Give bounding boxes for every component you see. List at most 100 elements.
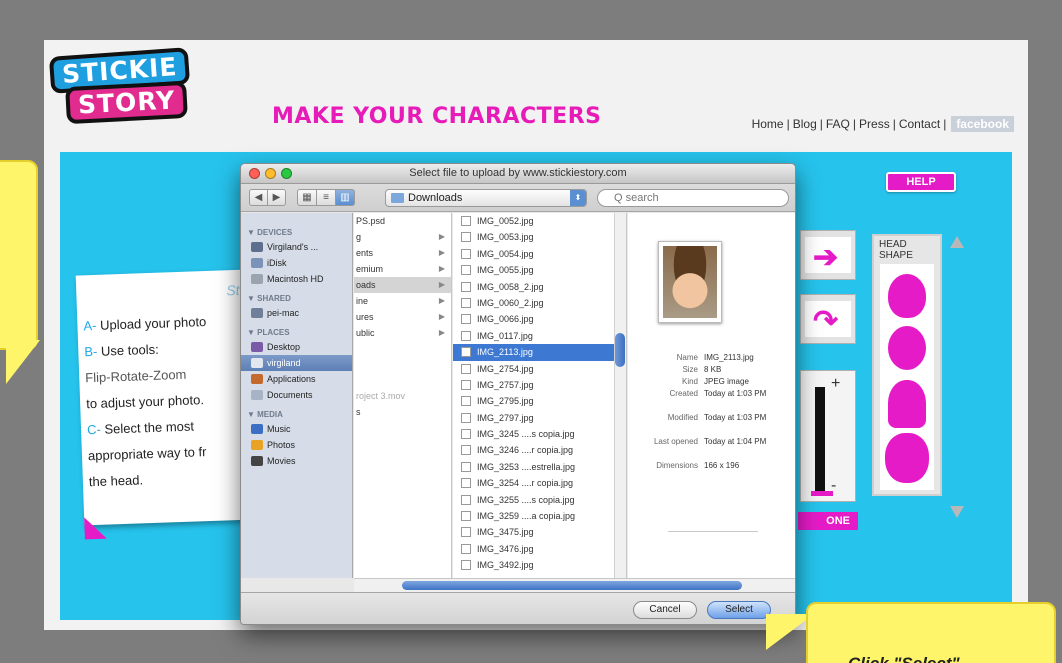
location-popup[interactable]: Downloads ⬍ bbox=[385, 189, 587, 207]
folder-icon bbox=[391, 193, 404, 203]
cancel-button[interactable]: Cancel bbox=[633, 601, 697, 619]
head-shape-round[interactable] bbox=[888, 326, 926, 370]
photos-icon bbox=[251, 440, 263, 450]
sidebar-item-applications[interactable]: Applications bbox=[241, 371, 352, 387]
file-list-item[interactable]: IMG_0066.jpg bbox=[453, 311, 626, 327]
sidebar-item-macintosh-hd[interactable]: Macintosh HD bbox=[241, 271, 352, 287]
file-list-item[interactable]: IMG_0055.jpg bbox=[453, 262, 626, 278]
file-name: IMG_0054.jpg bbox=[477, 248, 534, 259]
horizontal-scroll-thumb[interactable] bbox=[402, 581, 742, 590]
head-shape-oval[interactable] bbox=[888, 274, 926, 318]
column-1-item[interactable]: ine ▶ bbox=[354, 293, 451, 309]
image-file-icon bbox=[461, 396, 471, 407]
column-1-item[interactable]: ublic ▶ bbox=[354, 325, 451, 341]
sidebar-item-desktop[interactable]: Desktop bbox=[241, 339, 352, 355]
image-file-icon bbox=[461, 429, 471, 440]
zoom-slider-handle[interactable] bbox=[811, 491, 833, 496]
sidebar-item-idisk[interactable]: iDisk bbox=[241, 255, 352, 271]
head-shape-curly[interactable] bbox=[888, 436, 926, 480]
sidebar-item-movies[interactable]: Movies bbox=[241, 453, 352, 469]
column-1-item[interactable]: g ▶ bbox=[354, 229, 451, 245]
sidebar-item-photos[interactable]: Photos bbox=[241, 437, 352, 453]
metadata-key: Kind bbox=[681, 377, 698, 386]
search-input[interactable] bbox=[597, 189, 789, 207]
image-file-icon bbox=[461, 511, 471, 522]
file-list-item[interactable]: IMG_0117.jpg bbox=[453, 328, 626, 344]
image-file-icon bbox=[461, 265, 471, 276]
column-1-item[interactable]: s bbox=[356, 407, 361, 417]
file-list-item[interactable]: IMG_2797.jpg bbox=[453, 410, 626, 426]
file-list-item[interactable]: IMG_3492.jpg bbox=[453, 557, 626, 573]
flip-tool-panel[interactable]: ➔ bbox=[800, 230, 856, 280]
head-shape-long-hair[interactable] bbox=[888, 380, 926, 428]
file-list-item[interactable]: IMG_2795.jpg bbox=[453, 393, 626, 409]
logo-line-2: STORY bbox=[65, 80, 189, 125]
nav-blog[interactable]: Blog bbox=[793, 117, 817, 131]
select-button[interactable]: Select bbox=[707, 601, 771, 619]
rotate-tool-panel[interactable]: ↷ bbox=[800, 294, 856, 344]
column-1-item-downloads[interactable]: oads ▶ bbox=[354, 277, 451, 293]
file-list-scroll-thumb[interactable] bbox=[615, 333, 625, 367]
sidebar-item-pei-mac[interactable]: pei-mac bbox=[241, 305, 352, 321]
metadata-value: Today at 1:04 PM bbox=[704, 437, 767, 446]
zoom-in-icon[interactable]: + bbox=[831, 375, 840, 393]
nav-faq[interactable]: FAQ bbox=[826, 117, 850, 131]
list-view-icon[interactable]: ≡ bbox=[316, 189, 336, 206]
file-list-item[interactable]: IMG_3476.jpg bbox=[453, 541, 626, 557]
back-button[interactable]: ◀ bbox=[249, 189, 268, 206]
column-1-item[interactable]: ures ▶ bbox=[354, 309, 451, 325]
flip-arrow-icon: ➔ bbox=[813, 241, 839, 274]
file-list-item[interactable]: IMG_2757.jpg bbox=[453, 377, 626, 393]
sidebar-item-documents[interactable]: Documents bbox=[241, 387, 352, 403]
file-list-item[interactable]: IMG_3246 ....r copia.jpg bbox=[453, 442, 626, 458]
file-list: IMG_0052.jpg IMG_0053.jpg IMG_0054.jpg IMG_… bbox=[453, 213, 626, 574]
chevron-right-icon: ▶ bbox=[438, 248, 445, 257]
nav-home[interactable]: Home bbox=[752, 117, 784, 131]
left-callout-tail bbox=[6, 340, 40, 384]
dialog-titlebar[interactable]: Select file to upload by www.stickiestor… bbox=[241, 164, 795, 184]
image-file-icon bbox=[461, 494, 471, 505]
icon-view-icon[interactable]: ▦ bbox=[297, 189, 317, 206]
metadata-key: Modified bbox=[667, 413, 698, 422]
file-list-scrollbar[interactable] bbox=[614, 213, 626, 578]
file-list-item[interactable]: IMG_0054.jpg bbox=[453, 246, 626, 262]
file-list-item[interactable]: IMG_0058_2.jpg bbox=[453, 279, 626, 295]
nav-facebook[interactable]: facebook bbox=[951, 116, 1014, 132]
sidebar-item-computer[interactable]: Virgiland's ... bbox=[241, 239, 352, 255]
horizontal-scrollbar[interactable] bbox=[354, 578, 795, 592]
file-list-item[interactable]: IMG_2754.jpg bbox=[453, 361, 626, 377]
nav-press[interactable]: Press bbox=[859, 117, 890, 131]
file-list-item[interactable]: IMG_0060_2.jpg bbox=[453, 295, 626, 311]
file-list-item[interactable]: IMG_3245 ....s copia.jpg bbox=[453, 426, 626, 442]
stickie-story-logo[interactable]: STICKIE STORY bbox=[44, 47, 194, 125]
file-list-item[interactable]: IMG_3475.jpg bbox=[453, 524, 626, 540]
file-name: IMG_0117.jpg bbox=[477, 330, 533, 341]
done-button[interactable]: ONE bbox=[798, 512, 858, 530]
file-list-item[interactable]: IMG_2113.jpg bbox=[453, 344, 626, 361]
file-list-item[interactable]: IMG_3253 ....estrella.jpg bbox=[453, 459, 626, 475]
file-list-item[interactable]: IMG_0053.jpg bbox=[453, 229, 626, 245]
column-1-item-project[interactable]: roject 3.mov bbox=[356, 391, 405, 401]
zoom-slider-track[interactable] bbox=[815, 387, 825, 495]
column-1-item[interactable]: PS.psd bbox=[354, 213, 451, 229]
scroll-up-arrow-icon[interactable] bbox=[950, 236, 964, 248]
nav-contact[interactable]: Contact bbox=[899, 117, 940, 131]
file-name: IMG_2795.jpg bbox=[477, 396, 534, 407]
zoom-out-icon[interactable]: - bbox=[831, 477, 836, 495]
file-list-item[interactable]: IMG_3254 ....r copia.jpg bbox=[453, 475, 626, 491]
sidebar-header-shared: ▼ SHARED bbox=[247, 294, 291, 303]
column-1-item[interactable]: ents ▶ bbox=[354, 245, 451, 261]
forward-button[interactable]: ▶ bbox=[267, 189, 286, 206]
file-list-item[interactable]: IMG_0052.jpg bbox=[453, 213, 626, 229]
column-view-icon[interactable]: ▥ bbox=[335, 189, 355, 206]
file-list-item[interactable]: IMG_3259 ....a copia.jpg bbox=[453, 508, 626, 524]
home-icon bbox=[251, 358, 263, 368]
scroll-down-arrow-icon[interactable] bbox=[950, 506, 964, 518]
help-button[interactable]: HELP bbox=[886, 172, 956, 192]
image-file-icon bbox=[461, 445, 471, 456]
file-list-item[interactable]: IMG_3255 ....s copia.jpg bbox=[453, 492, 626, 508]
metadata-key: Last opened bbox=[653, 437, 698, 446]
sidebar-item-home[interactable]: virgiland bbox=[241, 355, 352, 371]
sidebar-item-music[interactable]: Music bbox=[241, 421, 352, 437]
column-1-item[interactable]: emium ▶ bbox=[354, 261, 451, 277]
